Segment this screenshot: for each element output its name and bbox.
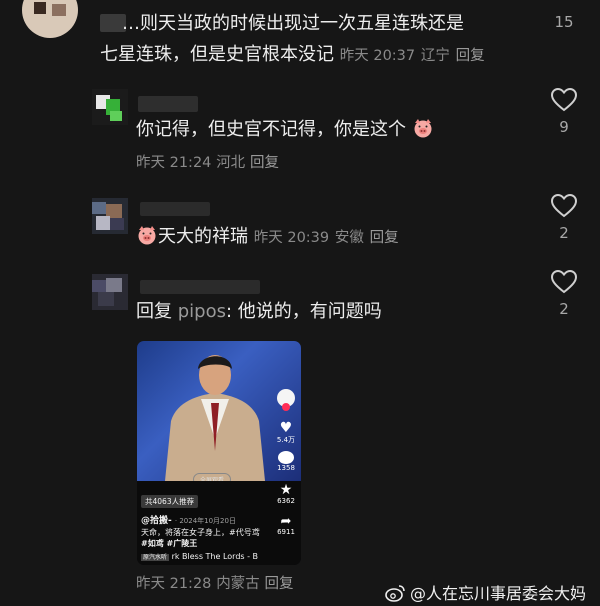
reply-button[interactable]: 回复	[264, 576, 293, 592]
recommend-badge[interactable]: 共4063人推荐	[141, 495, 199, 508]
video-like-count: 5.4万	[276, 436, 296, 444]
like-button[interactable]: 2	[546, 194, 582, 242]
video-share-count: 6911	[277, 528, 295, 536]
like-button[interactable]: 9	[546, 88, 582, 136]
video-thumbnail[interactable]: ♥ 5.4万 1358 全屏观看 ★ 6362 ➦ 6911 共4063人推荐 …	[137, 341, 301, 565]
comment-time: 昨天 21:24	[136, 155, 212, 171]
like-button[interactable]: 15	[546, 13, 582, 31]
avatar[interactable]	[22, 0, 78, 38]
music-tag: 原汽水听	[141, 554, 170, 561]
avatar-red-icon[interactable]	[275, 389, 297, 411]
comment-text: 七星连珠，但是史官根本没记 昨天 20:37 辽宁 回复	[100, 44, 485, 65]
comment-text: 天大的祥瑞 昨天 20:39 安徽 回复	[136, 222, 399, 253]
avatar[interactable]	[92, 274, 128, 310]
video-music[interactable]: 原汽水听 rk Bless The Lords - B	[141, 552, 258, 561]
reply-to-username[interactable]: pipos	[178, 301, 226, 322]
like-count: 15	[554, 13, 574, 31]
like-icon[interactable]: ♥ 5.4万	[275, 421, 297, 445]
video-comment-count: 1358	[277, 464, 295, 472]
pig-emoji-icon	[412, 118, 434, 138]
username-blurred[interactable]	[138, 96, 198, 112]
avatar[interactable]	[92, 89, 128, 125]
reply-button[interactable]: 回复	[370, 230, 399, 246]
weibo-watermark: @人在忘川事居委会大妈	[385, 580, 586, 606]
comment-location: 河北	[216, 155, 246, 171]
like-button[interactable]: 2	[546, 270, 582, 318]
reply-button[interactable]: 回复	[250, 155, 279, 171]
comment-location: 辽宁	[420, 48, 450, 64]
video-caption: #如鸢 #广陵王	[141, 539, 198, 548]
star-icon[interactable]: ★ 6362	[275, 483, 297, 505]
like-count: 2	[559, 224, 569, 242]
video-author[interactable]: @拾搬- · 2024年10月20日	[141, 513, 236, 526]
comment-text: 你记得，但史官不记得，你是这个	[136, 115, 434, 145]
share-icon[interactable]: ➦ 6911	[275, 515, 297, 536]
video-favorite-count: 6362	[277, 497, 295, 505]
comment-icon[interactable]: 1358	[275, 451, 297, 472]
video-caption: 天命，将落在女子身上，#代号鸢	[141, 528, 260, 537]
comment-location: 内蒙古	[216, 576, 260, 592]
reply-button[interactable]: 回复	[456, 48, 485, 64]
weibo-logo-icon	[385, 584, 405, 606]
video-date: · 2024年10月20日	[174, 517, 236, 525]
heart-outline-icon	[551, 270, 577, 294]
comment-time: 昨天 21:28	[136, 576, 212, 592]
username-blurred[interactable]	[140, 202, 210, 216]
comment-time: 昨天 20:37	[339, 48, 416, 64]
like-count: 9	[559, 118, 569, 136]
avatar[interactable]	[92, 198, 128, 234]
comment-text: …则天当政的时候出现过一次五星连珠还是	[122, 13, 464, 34]
comment-time: 昨天 20:39	[253, 230, 330, 246]
username-blurred[interactable]	[140, 280, 260, 294]
pig-emoji-icon	[136, 225, 158, 245]
heart-outline-icon	[551, 88, 577, 112]
reply-prefix: 回复	[136, 301, 172, 322]
comment-location: 安徽	[334, 230, 364, 246]
comment-text: 回复 pipos: 他说的，有问题吗	[136, 301, 382, 322]
heart-outline-icon	[551, 194, 577, 218]
like-count: 2	[559, 300, 569, 318]
